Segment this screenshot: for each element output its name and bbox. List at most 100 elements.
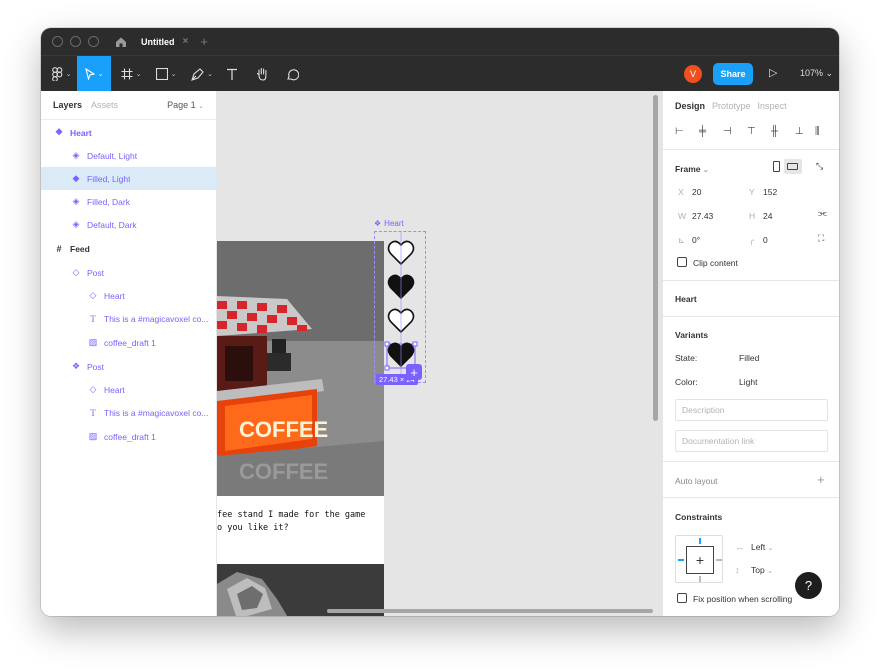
landscape-orientation-button[interactable] bbox=[784, 159, 802, 174]
description-field[interactable]: Description bbox=[675, 399, 828, 421]
layer-feed-frame[interactable]: # Feed bbox=[41, 237, 217, 260]
heart-component-set-frame[interactable] bbox=[374, 231, 426, 384]
align-horizontal-center-icon[interactable]: ╪ bbox=[699, 126, 706, 137]
layer-heart-component-set[interactable]: ❖ Heart bbox=[41, 121, 217, 144]
state-value[interactable]: Filled bbox=[739, 353, 759, 363]
y-input[interactable]: 152 bbox=[763, 187, 777, 197]
resize-to-fit-icon[interactable]: ⤡ bbox=[816, 161, 823, 172]
window-zoom-dot[interactable] bbox=[88, 36, 99, 47]
layer-heart-instance[interactable]: ◇ Heart bbox=[41, 284, 217, 307]
tab-prototype[interactable]: Prototype bbox=[712, 101, 751, 111]
add-variant-button[interactable]: + bbox=[406, 364, 422, 380]
variant-icon: ◈ bbox=[72, 150, 80, 160]
post-caption[interactable]: fee stand I made for the game o you like… bbox=[217, 509, 384, 535]
constraint-center-icon: + bbox=[686, 546, 714, 574]
layer-label: Feed bbox=[70, 243, 90, 254]
top-constraint-marker[interactable] bbox=[699, 538, 701, 544]
documentation-link-field[interactable]: Documentation link bbox=[675, 430, 828, 452]
present-play-icon[interactable]: ▷ bbox=[769, 66, 777, 79]
feed-frame[interactable]: COFFEE COFFEE fee stand I made for the g… bbox=[217, 241, 384, 616]
pen-tool-button[interactable]: ⌄ bbox=[187, 56, 217, 92]
close-tab-icon[interactable]: × bbox=[183, 36, 189, 47]
page-selector[interactable]: Page 1 ⌄ bbox=[167, 100, 204, 110]
independent-corners-icon[interactable]: ⛶ bbox=[818, 233, 824, 244]
text-tool-button[interactable] bbox=[221, 56, 243, 92]
layer-heart-instance[interactable]: ◇ Heart bbox=[41, 378, 217, 401]
layer-filled-light[interactable]: ◆ Filled, Light bbox=[41, 167, 217, 190]
share-button[interactable]: Share bbox=[713, 63, 753, 85]
fix-position-checkbox[interactable] bbox=[677, 593, 687, 603]
add-auto-layout-icon[interactable]: + bbox=[817, 472, 825, 487]
right-constraint-marker[interactable] bbox=[716, 559, 722, 561]
component-set-icon: ❖ bbox=[54, 127, 64, 137]
portrait-orientation-icon[interactable] bbox=[773, 161, 780, 172]
left-constraint-marker[interactable] bbox=[678, 559, 684, 561]
app-window: Untitled × + ⌄ ⌄ ⌄ ⌄ ⌄ V Share ▷ 107% ⌄ … bbox=[41, 28, 839, 616]
align-left-icon[interactable]: ⊢ bbox=[675, 126, 684, 137]
tab-layers[interactable]: Layers bbox=[53, 100, 82, 110]
tab-inspect[interactable]: Inspect bbox=[758, 101, 787, 111]
corner-radius-input[interactable]: 0 bbox=[763, 235, 768, 245]
layer-default-light[interactable]: ◈ Default, Light bbox=[41, 144, 217, 167]
chevron-down-icon: ⌄ bbox=[767, 545, 774, 552]
clip-content-checkbox[interactable] bbox=[677, 257, 687, 267]
vertical-constraint-dropdown[interactable]: Top ⌄ bbox=[751, 565, 773, 575]
window-minimize-dot[interactable] bbox=[70, 36, 81, 47]
heart-label-text: Heart bbox=[384, 219, 404, 228]
main-menu-button[interactable]: ⌄ bbox=[47, 56, 75, 92]
x-input[interactable]: 20 bbox=[692, 187, 701, 197]
bottom-constraint-marker[interactable] bbox=[699, 576, 701, 582]
vertical-scrollbar[interactable] bbox=[653, 95, 658, 421]
width-input[interactable]: 27.43 bbox=[692, 211, 713, 221]
align-top-icon[interactable]: ⊤ bbox=[747, 126, 756, 137]
text-icon: T bbox=[90, 313, 96, 324]
horizontal-scrollbar[interactable] bbox=[327, 609, 653, 613]
layer-coffee-image[interactable]: ▨ coffee_draft 1 bbox=[41, 331, 217, 354]
pen-icon bbox=[191, 67, 204, 81]
home-icon[interactable] bbox=[115, 36, 127, 48]
align-vertical-center-icon[interactable]: ╫ bbox=[771, 126, 778, 137]
new-tab-icon[interactable]: + bbox=[200, 34, 208, 49]
layer-coffee-image[interactable]: ▨ coffee_draft 1 bbox=[41, 425, 217, 448]
layer-caption-text[interactable]: T This is a #magicavoxel co... bbox=[41, 401, 217, 424]
user-avatar[interactable]: V bbox=[684, 65, 702, 83]
horizontal-constraint-value: Left bbox=[751, 542, 766, 552]
rotation-input[interactable]: 0° bbox=[692, 235, 700, 245]
height-input[interactable]: 24 bbox=[763, 211, 772, 221]
layer-default-dark[interactable]: ◈ Default, Dark bbox=[41, 213, 217, 236]
frame-tool-button[interactable]: ⌄ bbox=[117, 56, 145, 92]
frame-section-title[interactable]: Frame ⌄ bbox=[675, 164, 709, 174]
clip-content-label: Clip content bbox=[693, 258, 738, 268]
move-tool-button[interactable]: ⌄ bbox=[77, 56, 111, 92]
distribute-icon[interactable]: ⫼ bbox=[815, 126, 820, 137]
component-icon: ❖ bbox=[71, 361, 81, 371]
hand-tool-button[interactable] bbox=[251, 56, 273, 92]
constraints-widget[interactable]: + bbox=[675, 535, 723, 583]
layer-post-component[interactable]: ❖ Post bbox=[41, 355, 217, 378]
comment-tool-button[interactable] bbox=[281, 56, 303, 92]
horizontal-constraint-dropdown[interactable]: Left ⌄ bbox=[751, 542, 773, 552]
help-button[interactable]: ? bbox=[795, 572, 822, 599]
tab-assets[interactable]: Assets bbox=[91, 100, 118, 110]
align-right-icon[interactable]: ⊣ bbox=[723, 126, 732, 137]
color-label: Color: bbox=[675, 377, 698, 387]
layer-caption-text[interactable]: T This is a #magicavoxel co... bbox=[41, 307, 217, 330]
align-bottom-icon[interactable]: ⊥ bbox=[795, 126, 804, 137]
shape-tool-button[interactable]: ⌄ bbox=[151, 56, 181, 92]
coffee-stand-image[interactable]: COFFEE COFFEE bbox=[217, 241, 384, 496]
layer-label: Default, Light bbox=[87, 150, 138, 161]
heart-variants bbox=[384, 232, 418, 384]
tab-design[interactable]: Design bbox=[675, 101, 705, 111]
window-close-dot[interactable] bbox=[52, 36, 63, 47]
design-canvas[interactable]: COFFEE COFFEE fee stand I made for the g… bbox=[217, 91, 662, 616]
heart-component-label[interactable]: ❖ Heart bbox=[374, 219, 404, 228]
file-tab[interactable]: Untitled × bbox=[141, 36, 188, 47]
hand-icon bbox=[256, 67, 266, 81]
constrain-proportions-icon[interactable]: ⫘ bbox=[818, 208, 827, 219]
layer-post-instance[interactable]: ◇ Post bbox=[41, 261, 217, 284]
chevron-down-icon: ⌄ bbox=[170, 71, 177, 78]
color-value[interactable]: Light bbox=[739, 377, 757, 387]
zoom-dropdown[interactable]: 107% ⌄ bbox=[800, 68, 833, 79]
layer-filled-dark[interactable]: ◈ Filled, Dark bbox=[41, 190, 217, 213]
divider bbox=[663, 461, 839, 462]
